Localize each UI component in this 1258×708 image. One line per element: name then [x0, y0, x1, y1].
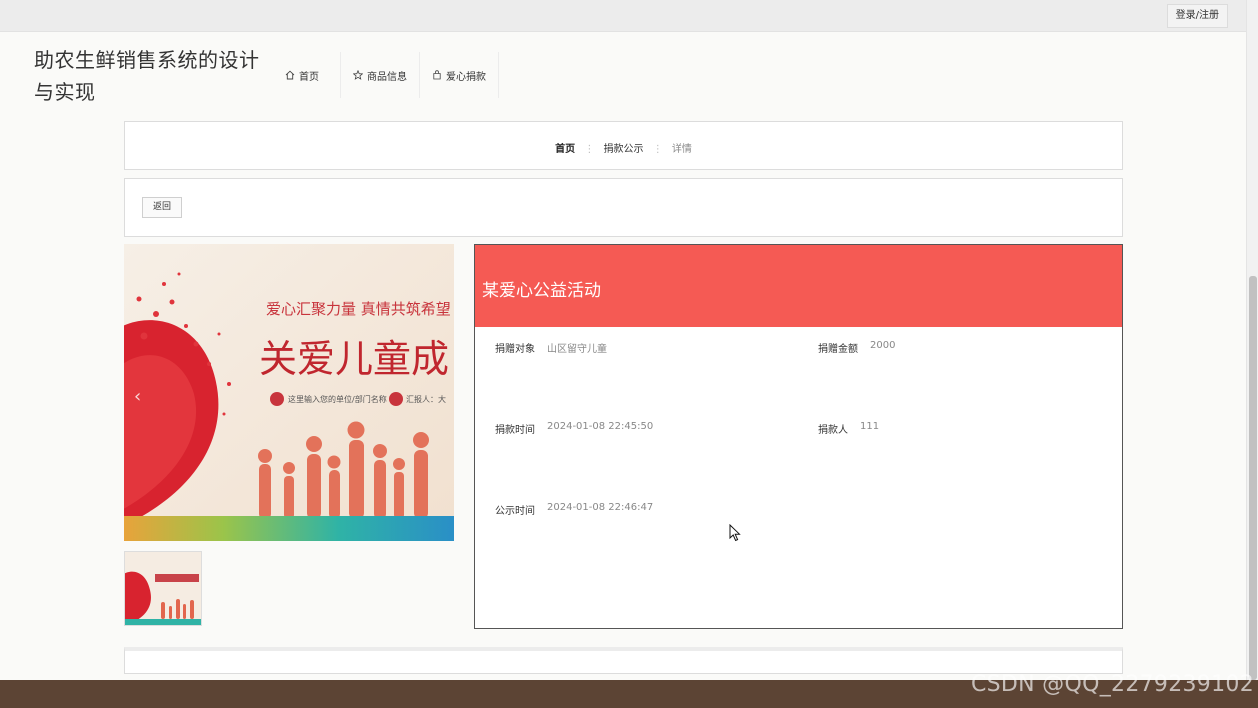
nav-item-label: 首页: [299, 71, 319, 83]
breadcrumb-separator: ⋮: [584, 144, 595, 155]
breadcrumb-panel: 首页 ⋮ 捐款公示 ⋮ 详情: [124, 121, 1123, 170]
field-publish-time: 公示时间 2024-01-08 22:46:47: [495, 502, 653, 517]
banner-footnote-reporter: 汇报人：大: [406, 394, 446, 404]
breadcrumb: 首页 ⋮ 捐款公示 ⋮ 详情: [125, 140, 1122, 155]
breadcrumb-section[interactable]: 捐款公示: [604, 144, 644, 155]
mouse-cursor-icon: [729, 524, 741, 542]
field-label: 捐赠金额: [818, 344, 858, 355]
donation-banner-image: 爱心汇聚力量 真情共筑希望 关爱儿童成 这里输入您的单位/部门名称 汇报人：大 …: [124, 244, 454, 541]
scrollbar[interactable]: [1246, 0, 1258, 680]
chevron-left-icon: ‹: [134, 386, 141, 407]
field-value: 2024-01-08 22:46:47: [547, 502, 654, 513]
nav-item-label: 商品信息: [367, 71, 407, 83]
detail-header: 某爱心公益活动: [475, 245, 1122, 327]
field-label: 捐赠对象: [495, 344, 535, 355]
login-register-button[interactable]: 登录/注册: [1166, 4, 1228, 28]
donation-detail-panel: 某爱心公益活动 捐赠对象 山区留守儿童 捐赠金额 2000 捐款时间 2024-…: [474, 244, 1123, 629]
field-donation-time: 捐款时间 2024-01-08 22:45:50: [495, 421, 653, 436]
banner-footnote-unit: 这里输入您的单位/部门名称: [288, 394, 387, 404]
field-donor: 捐款人 111: [818, 421, 879, 436]
field-label: 捐款人: [818, 425, 848, 436]
image-thumbnail[interactable]: [124, 551, 202, 626]
scrollbar-thumb[interactable]: [1249, 276, 1257, 680]
breadcrumb-current: 详情: [671, 144, 692, 155]
top-bar: 登录/注册: [0, 0, 1246, 32]
field-recipient: 捐赠对象 山区留守儿童: [495, 340, 607, 355]
home-icon: [285, 70, 295, 80]
bottom-panel: [124, 647, 1123, 674]
detail-title: 某爱心公益活动: [482, 281, 601, 301]
banner-headline: 关爱儿童成: [259, 337, 449, 381]
field-value: 111: [860, 421, 880, 432]
field-value: 山区留守儿童: [547, 344, 607, 355]
field-label: 公示时间: [495, 506, 535, 517]
watermark-text: CSDN @QQ_2279239102: [970, 672, 1254, 697]
back-button[interactable]: 返回: [142, 197, 183, 218]
site-title: 助农生鲜销售系统的设计与实现: [34, 48, 260, 104]
star-icon: [353, 70, 363, 80]
breadcrumb-separator: ⋮: [652, 144, 663, 155]
main-nav: 首页 商品信息 爱心捐款: [264, 52, 499, 98]
banner-slogan: 爱心汇聚力量 真情共筑希望: [266, 300, 451, 318]
field-label: 捐款时间: [495, 425, 535, 436]
nav-item-home[interactable]: 首页: [264, 52, 341, 98]
field-value: 2024-01-08 22:45:50: [547, 421, 654, 432]
field-amount: 捐赠金额 2000: [818, 340, 895, 355]
breadcrumb-home[interactable]: 首页: [555, 144, 575, 155]
nav-item-label: 爱心捐款: [446, 71, 486, 83]
nav-item-donation[interactable]: 爱心捐款: [420, 52, 499, 98]
field-value: 2000: [870, 340, 896, 351]
nav-item-products[interactable]: 商品信息: [341, 52, 420, 98]
action-panel: 返回: [124, 178, 1123, 237]
bag-icon: [433, 70, 441, 80]
